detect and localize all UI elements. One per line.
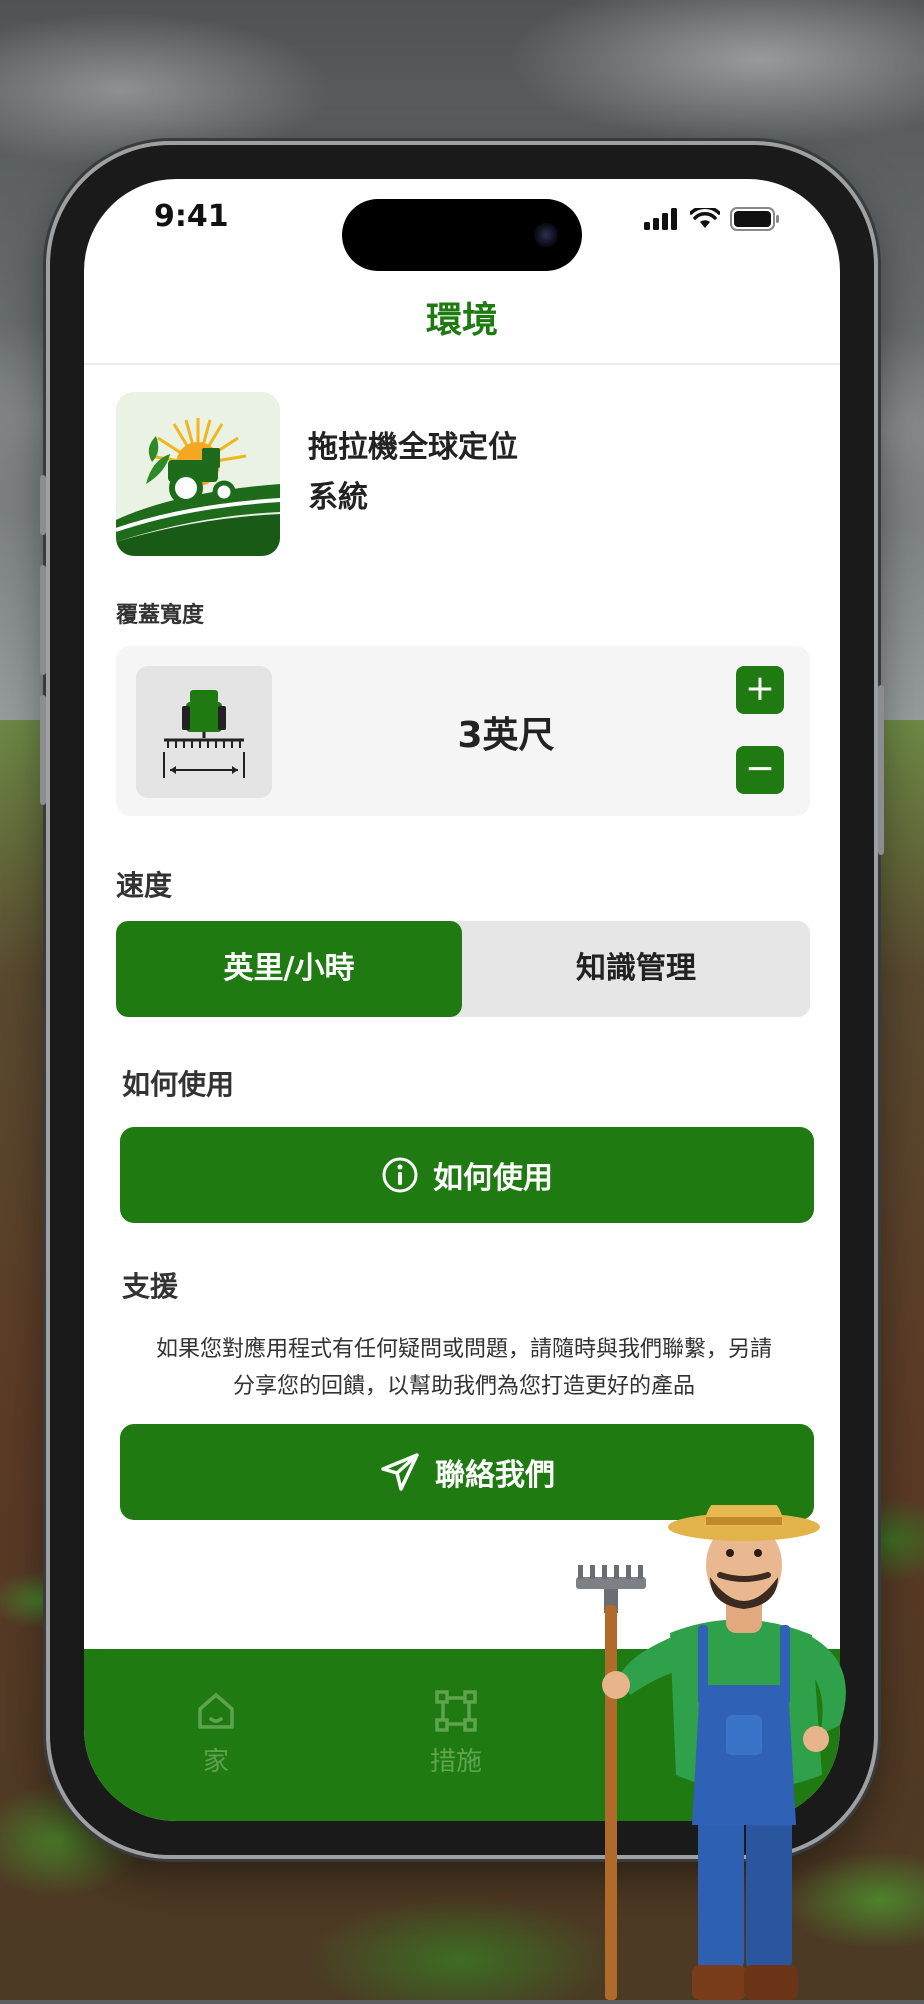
farmer-character-illustration [540, 1491, 860, 2000]
speed-unit-segmented-control: 英里/小時 知識管理 [116, 921, 810, 1017]
coverage-width-value: 3英尺 [457, 715, 555, 756]
tab-home-label: 家 [202, 1747, 229, 1777]
home-icon [198, 1693, 234, 1729]
app-name: 拖拉機全球定位 系統 [308, 423, 608, 523]
volume-up-button [40, 565, 46, 675]
app-name-line2: 系統 [308, 480, 368, 515]
dynamic-island [342, 199, 582, 271]
contact-us-button-label: 聯絡我們 [435, 1458, 555, 1493]
how-to-use-button[interactable]: 如何使用 [120, 1127, 814, 1223]
tab-measure[interactable]: 措施 [386, 1689, 526, 1778]
tab-measure-label: 措施 [429, 1747, 482, 1777]
speed-label: 速度 [116, 869, 173, 902]
battery-icon [730, 207, 779, 231]
decrease-width-button[interactable]: − [736, 746, 784, 794]
app-name-line1: 拖拉機全球定位 [308, 430, 518, 465]
status-icons [644, 207, 780, 231]
signal-icon [644, 208, 677, 230]
send-icon [381, 1453, 419, 1491]
page-title: 環境 [425, 300, 498, 341]
wifi-icon [690, 208, 720, 228]
how-to-use-button-label: 如何使用 [433, 1161, 553, 1196]
support-description: 如果您對應用程式有任何疑問或問題，請隨時與我們聯繫，另請 分享您的回饋，以幫助我… [114, 1331, 814, 1405]
status-time: 9:41 [154, 199, 229, 234]
header-divider [84, 363, 840, 365]
power-button [878, 685, 884, 855]
coverage-width-card: 3英尺 + − [116, 646, 810, 816]
support-text-line2: 分享您的回饋，以幫助我們為您打造更好的產品 [232, 1374, 695, 1399]
coverage-width-label: 覆蓋寬度 [116, 603, 205, 628]
side-button [40, 475, 46, 535]
volume-down-button [40, 695, 46, 805]
how-to-use-label: 如何使用 [122, 1068, 235, 1101]
support-label: 支援 [122, 1270, 179, 1303]
speed-option-mph[interactable]: 英里/小時 [116, 921, 462, 1017]
app-logo [116, 392, 280, 556]
tractor-implement-icon [136, 666, 272, 798]
camera-icon [534, 223, 558, 247]
increase-width-button[interactable]: + [736, 666, 784, 714]
tab-home[interactable]: 家 [146, 1689, 286, 1778]
info-icon [382, 1157, 418, 1193]
measure-icon [435, 1690, 477, 1732]
support-text-line1: 如果您對應用程式有任何疑問或問題，請隨時與我們聯繫，另請 [155, 1337, 772, 1362]
speed-option-kmh[interactable]: 知識管理 [462, 921, 810, 1017]
